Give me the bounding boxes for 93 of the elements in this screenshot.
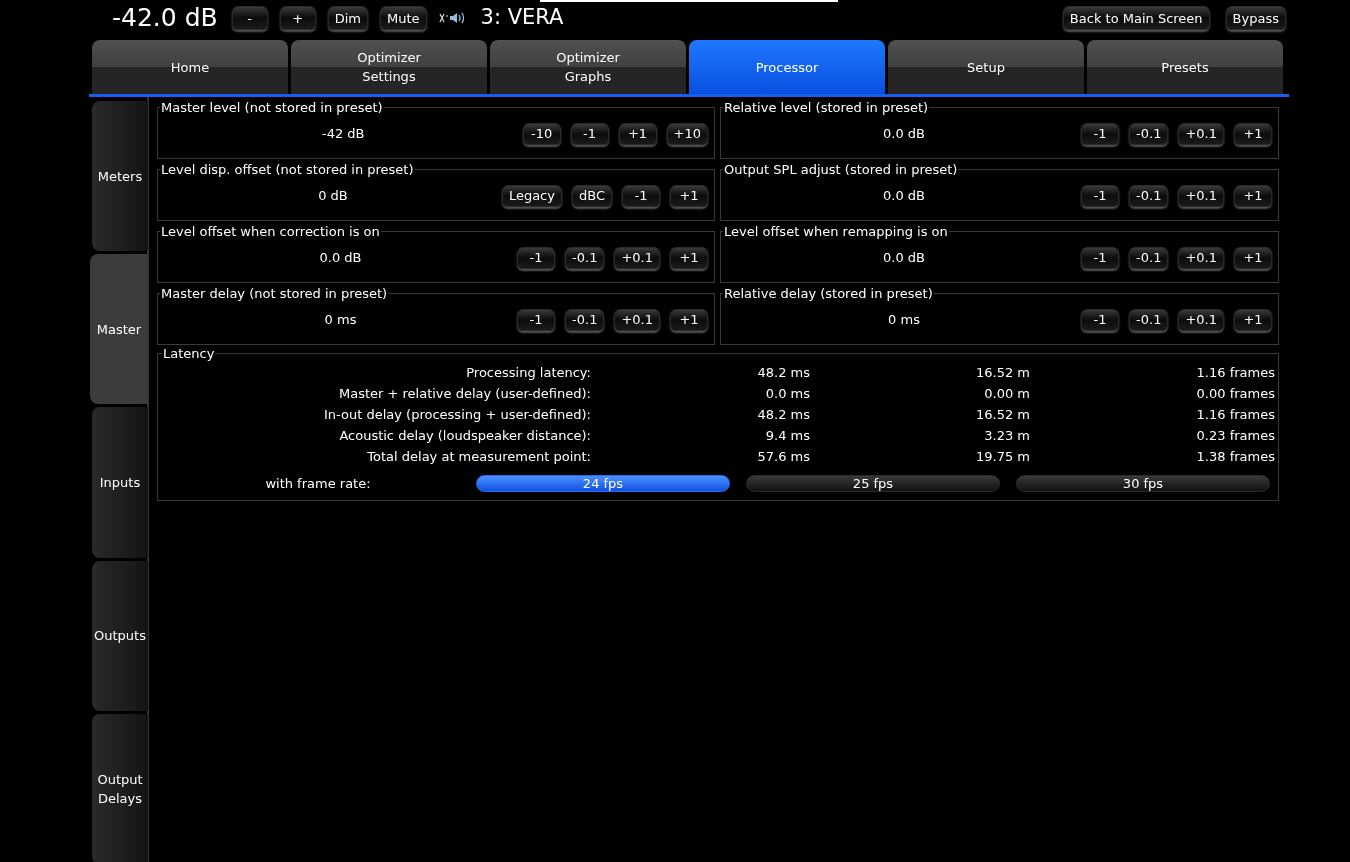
- step-button[interactable]: +1: [1234, 122, 1272, 145]
- step-button[interactable]: +1: [670, 246, 708, 269]
- side-tab[interactable]: Output Delays: [92, 713, 148, 862]
- value-text: 0.0 dB: [882, 186, 926, 205]
- level-readout: -42.0 dB: [112, 2, 218, 35]
- step-button[interactable]: +0.1: [1178, 308, 1224, 331]
- row-label: In-out delay (processing + user-defined):: [323, 406, 591, 424]
- nav-tab[interactable]: Optimizer Settings: [291, 40, 487, 94]
- table-cell-text: 57.6 ms: [756, 448, 810, 466]
- table-cell-text: 9.4 ms: [764, 427, 810, 445]
- side-tab[interactable]: Inputs: [92, 407, 148, 558]
- value-text: 0.0 dB: [882, 124, 926, 143]
- table-cell-text: 0.0 ms: [764, 385, 810, 403]
- nav-tab[interactable]: Optimizer Graphs: [490, 40, 686, 94]
- side-tab[interactable]: Master: [90, 254, 148, 405]
- table-cell-text: 16.52 m: [975, 364, 1030, 382]
- table-cell-text: 0.23 frames: [1195, 427, 1275, 445]
- header-button[interactable]: Bypass: [1225, 6, 1286, 30]
- step-button[interactable]: -1: [1081, 122, 1120, 145]
- table-cell-text: 1.16 frames: [1195, 364, 1275, 382]
- step-button[interactable]: +0.1: [614, 308, 660, 331]
- speaker-icon[interactable]: [438, 11, 467, 25]
- group-title: Level disp. offset (not stored in preset): [160, 163, 415, 176]
- step-button[interactable]: -0.1: [1129, 184, 1169, 207]
- step-button[interactable]: -1: [622, 184, 660, 207]
- nav-tab[interactable]: Home: [92, 40, 288, 94]
- step-button[interactable]: +1: [1234, 246, 1272, 269]
- step-button[interactable]: +1: [618, 122, 657, 145]
- value-text: 0.0 dB: [882, 248, 926, 267]
- table-cell-text: 0.00 frames: [1195, 385, 1275, 403]
- header-button[interactable]: -: [231, 6, 268, 30]
- step-button[interactable]: -0.1: [565, 246, 605, 269]
- side-tab[interactable]: Outputs: [92, 560, 148, 711]
- step-button[interactable]: +0.1: [614, 246, 660, 269]
- step-button[interactable]: -1: [570, 122, 609, 145]
- step-button[interactable]: +10: [666, 122, 708, 145]
- group-title: Level offset when remapping is on: [723, 225, 949, 238]
- step-button[interactable]: Legacy: [501, 184, 562, 207]
- row-label: Total delay at measurement point:: [366, 448, 591, 466]
- group-title: Master delay (not stored in preset): [160, 287, 389, 300]
- step-button[interactable]: -1: [1081, 308, 1120, 331]
- step-button[interactable]: -0.1: [1129, 122, 1169, 145]
- value-text: -42 dB: [321, 124, 366, 143]
- frame-rate-option[interactable]: 25 fps: [746, 475, 1000, 493]
- step-button[interactable]: -1: [1081, 184, 1120, 207]
- value-text: 0 dB: [317, 186, 349, 205]
- header-button[interactable]: Back to Main Screen: [1062, 6, 1210, 30]
- step-button[interactable]: +1: [670, 308, 708, 331]
- row-label: Master + relative delay (user-defined):: [337, 385, 591, 403]
- step-button[interactable]: -10: [522, 122, 561, 145]
- step-button[interactable]: -1: [517, 246, 556, 269]
- table-cell-text: 16.52 m: [975, 406, 1030, 424]
- row-label: Acoustic delay (loudspeaker distance):: [338, 427, 591, 445]
- header-button[interactable]: Dim: [327, 6, 368, 30]
- step-button[interactable]: -0.1: [1129, 246, 1169, 269]
- step-button[interactable]: -1: [1081, 246, 1120, 269]
- group-title: Output SPL adjust (stored in preset): [723, 163, 959, 176]
- table-cell-text: 1.38 frames: [1195, 448, 1275, 466]
- nav-tab[interactable]: Presets: [1087, 40, 1283, 94]
- header-button[interactable]: Mute: [379, 6, 427, 30]
- group-title: Relative level (stored in preset): [723, 101, 930, 114]
- preset-name: 3: VERA: [480, 4, 564, 32]
- frame-rate-option[interactable]: 24 fps: [476, 475, 730, 493]
- frame-rate-option[interactable]: 30 fps: [1016, 475, 1270, 493]
- table-cell-text: 19.75 m: [975, 448, 1030, 466]
- step-button[interactable]: +1: [1234, 308, 1272, 331]
- group-title: Level offset when correction is on: [160, 225, 381, 238]
- nav-tab[interactable]: Setup: [888, 40, 1084, 94]
- row-label: with frame rate:: [264, 475, 372, 493]
- group-title: Latency: [162, 347, 216, 360]
- step-button[interactable]: -0.1: [1129, 308, 1169, 331]
- table-cell-text: 48.2 ms: [756, 406, 810, 424]
- table-cell-text: 1.16 frames: [1195, 406, 1275, 424]
- header-button[interactable]: +: [279, 6, 316, 30]
- step-button[interactable]: dBC: [571, 184, 612, 207]
- side-tab[interactable]: Meters: [92, 101, 148, 252]
- table-cell-text: 48.2 ms: [756, 364, 810, 382]
- step-button[interactable]: -1: [517, 308, 556, 331]
- step-button[interactable]: -0.1: [565, 308, 605, 331]
- table-cell-text: 0.00 m: [983, 385, 1030, 403]
- step-button[interactable]: +0.1: [1178, 246, 1224, 269]
- step-button[interactable]: +0.1: [1178, 184, 1224, 207]
- nav-tab[interactable]: Processor: [689, 40, 885, 94]
- row-label: Processing latency:: [465, 364, 591, 382]
- step-button[interactable]: +1: [1234, 184, 1272, 207]
- value-text: 0 ms: [887, 310, 921, 329]
- group-title: Relative delay (stored in preset): [723, 287, 934, 300]
- value-text: 0 ms: [323, 310, 358, 329]
- table-cell-text: 3.23 m: [983, 427, 1030, 445]
- step-button[interactable]: +0.1: [1178, 122, 1224, 145]
- step-button[interactable]: +1: [670, 184, 708, 207]
- group-title: Master level (not stored in preset): [160, 101, 384, 114]
- value-text: 0.0 dB: [318, 248, 363, 267]
